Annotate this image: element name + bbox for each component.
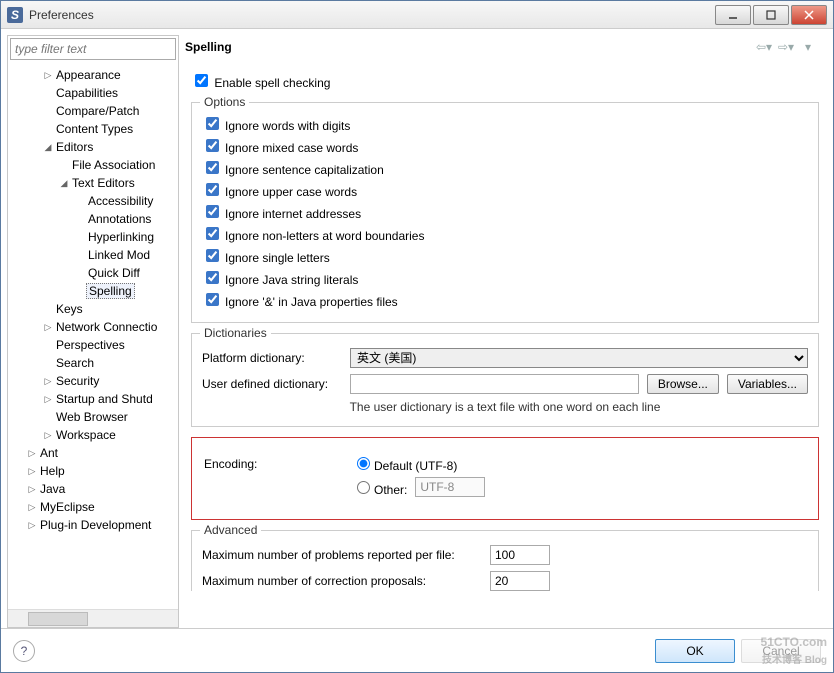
max-proposals-input[interactable] bbox=[490, 571, 550, 591]
user-dict-label: User defined dictionary: bbox=[202, 377, 342, 391]
platform-dict-select[interactable]: 英文 (美国) bbox=[350, 348, 808, 368]
tree-item-plugin-dev[interactable]: ▷Plug-in Development bbox=[8, 516, 178, 534]
user-dict-hint: The user dictionary is a text file with … bbox=[202, 400, 808, 414]
tree-item-linked-mode[interactable]: Linked Mod bbox=[8, 246, 178, 264]
tree-item-java[interactable]: ▷Java bbox=[8, 480, 178, 498]
main-panel: Spelling ⇦▾ ⇨▾ ▾ Enable spell checking O… bbox=[183, 35, 829, 628]
tree-item-compare[interactable]: Compare/Patch bbox=[8, 102, 178, 120]
tree-item-security[interactable]: ▷Security bbox=[8, 372, 178, 390]
tree-item-myeclipse[interactable]: ▷MyEclipse bbox=[8, 498, 178, 516]
encoding-other-radio[interactable]: Other: bbox=[352, 478, 407, 497]
tree-item-keys[interactable]: Keys bbox=[8, 300, 178, 318]
encoding-group: Encoding: Default (UTF-8) Other: bbox=[191, 437, 819, 520]
advanced-legend: Advanced bbox=[200, 523, 261, 537]
user-dict-input[interactable] bbox=[350, 374, 639, 394]
minimize-button[interactable] bbox=[715, 5, 751, 25]
tree-item-network[interactable]: ▷Network Connectio bbox=[8, 318, 178, 336]
horizontal-scrollbar[interactable] bbox=[8, 609, 178, 627]
option-ignore-java-string[interactable]: Ignore Java string literals bbox=[202, 273, 358, 287]
tree-item-spelling[interactable]: Spelling bbox=[8, 282, 178, 300]
tree-item-web-browser[interactable]: Web Browser bbox=[8, 408, 178, 426]
cancel-button[interactable]: Cancel bbox=[741, 639, 821, 663]
browse-button[interactable]: Browse... bbox=[647, 374, 719, 394]
tree-item-ant[interactable]: ▷Ant bbox=[8, 444, 178, 462]
tree-item-workspace[interactable]: ▷Workspace bbox=[8, 426, 178, 444]
tree-item-editors[interactable]: ◢Editors bbox=[8, 138, 178, 156]
app-icon: S bbox=[7, 7, 23, 23]
tree-item-hyperlinking[interactable]: Hyperlinking bbox=[8, 228, 178, 246]
option-ignore-single-letters[interactable]: Ignore single letters bbox=[202, 251, 330, 265]
window-title: Preferences bbox=[29, 8, 715, 22]
max-problems-label: Maximum number of problems reported per … bbox=[202, 548, 482, 562]
advanced-group: Advanced Maximum number of problems repo… bbox=[191, 530, 819, 591]
tree-item-text-editors[interactable]: ◢Text Editors bbox=[8, 174, 178, 192]
tree-item-accessibility[interactable]: Accessibility bbox=[8, 192, 178, 210]
variables-button[interactable]: Variables... bbox=[727, 374, 808, 394]
close-button[interactable] bbox=[791, 5, 827, 25]
option-ignore-mixed-case[interactable]: Ignore mixed case words bbox=[202, 141, 358, 155]
tree-item-help[interactable]: ▷Help bbox=[8, 462, 178, 480]
tree-item-file-assoc[interactable]: File Association bbox=[8, 156, 178, 174]
encoding-default-radio[interactable]: Default (UTF-8) bbox=[352, 454, 457, 473]
dictionaries-legend: Dictionaries bbox=[200, 326, 271, 340]
page-title: Spelling bbox=[185, 40, 755, 54]
options-legend: Options bbox=[200, 95, 249, 109]
preferences-window: S Preferences ▷Appearance Capabilities C… bbox=[0, 0, 834, 673]
tree-item-search[interactable]: Search bbox=[8, 354, 178, 372]
tree-item-startup[interactable]: ▷Startup and Shutd bbox=[8, 390, 178, 408]
option-ignore-non-letters[interactable]: Ignore non-letters at word boundaries bbox=[202, 229, 424, 243]
tree-item-capabilities[interactable]: Capabilities bbox=[8, 84, 178, 102]
tree-item-appearance[interactable]: ▷Appearance bbox=[8, 66, 178, 84]
titlebar[interactable]: S Preferences bbox=[1, 1, 833, 29]
tree-item-content-types[interactable]: Content Types bbox=[8, 120, 178, 138]
option-ignore-digits[interactable]: Ignore words with digits bbox=[202, 119, 350, 133]
max-proposals-label: Maximum number of correction proposals: bbox=[202, 574, 482, 588]
option-ignore-upper-case[interactable]: Ignore upper case words bbox=[202, 185, 357, 199]
sidebar: ▷Appearance Capabilities Compare/Patch C… bbox=[7, 35, 179, 628]
option-ignore-ampersand[interactable]: Ignore '&' in Java properties files bbox=[202, 295, 398, 309]
tree-item-annotations[interactable]: Annotations bbox=[8, 210, 178, 228]
enable-spell-checking-checkbox[interactable]: Enable spell checking bbox=[191, 76, 330, 90]
filter-input[interactable] bbox=[10, 38, 176, 60]
menu-dropdown-icon[interactable]: ▾ bbox=[799, 39, 817, 55]
max-problems-input[interactable] bbox=[490, 545, 550, 565]
option-ignore-sentence-cap[interactable]: Ignore sentence capitalization bbox=[202, 163, 384, 177]
footer: ? OK Cancel bbox=[1, 628, 833, 672]
ok-button[interactable]: OK bbox=[655, 639, 735, 663]
maximize-button[interactable] bbox=[753, 5, 789, 25]
tree-item-quick-diff[interactable]: Quick Diff bbox=[8, 264, 178, 282]
tree[interactable]: ▷Appearance Capabilities Compare/Patch C… bbox=[8, 62, 178, 609]
nav-back-icon[interactable]: ⇦▾ bbox=[755, 39, 773, 55]
platform-dict-label: Platform dictionary: bbox=[202, 351, 342, 365]
tree-item-perspectives[interactable]: Perspectives bbox=[8, 336, 178, 354]
encoding-other-combo[interactable] bbox=[415, 477, 485, 497]
options-group: Options Ignore words with digits Ignore … bbox=[191, 102, 819, 323]
option-ignore-internet[interactable]: Ignore internet addresses bbox=[202, 207, 361, 221]
dictionaries-group: Dictionaries Platform dictionary: 英文 (美国… bbox=[191, 333, 819, 427]
nav-forward-icon[interactable]: ⇨▾ bbox=[777, 39, 795, 55]
encoding-label: Encoding: bbox=[204, 457, 344, 471]
help-icon[interactable]: ? bbox=[13, 640, 35, 662]
